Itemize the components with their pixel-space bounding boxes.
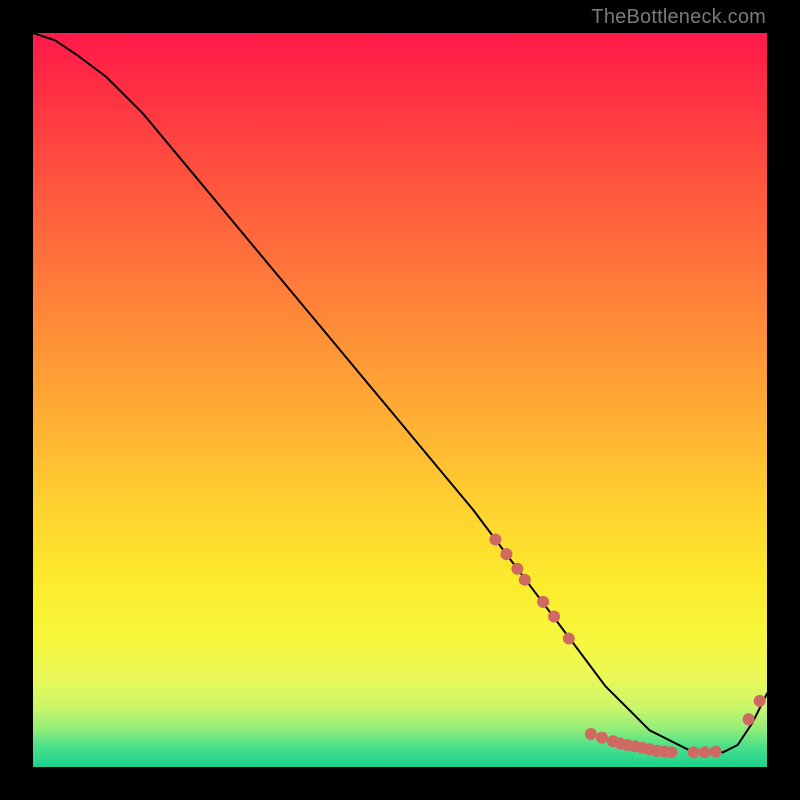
curve-marker	[519, 574, 531, 586]
curve-marker	[563, 633, 575, 645]
bottleneck-curve	[33, 33, 767, 752]
curve-marker	[489, 534, 501, 546]
curve-marker	[688, 746, 700, 758]
curve-marker	[754, 695, 766, 707]
watermark-text: TheBottleneck.com	[591, 6, 766, 29]
chart-frame: TheBottleneck.com	[0, 0, 800, 800]
plot-area	[33, 33, 767, 767]
chart-svg	[33, 33, 767, 767]
curve-marker	[537, 596, 549, 608]
curve-marker	[500, 548, 512, 560]
curve-marker	[699, 746, 711, 758]
curve-marker	[596, 732, 608, 744]
curve-markers	[489, 534, 765, 759]
curve-marker	[585, 728, 597, 740]
curve-marker	[666, 746, 678, 758]
curve-marker	[710, 746, 722, 758]
curve-marker	[511, 563, 523, 575]
curve-marker	[548, 611, 560, 623]
curve-marker	[743, 713, 755, 725]
